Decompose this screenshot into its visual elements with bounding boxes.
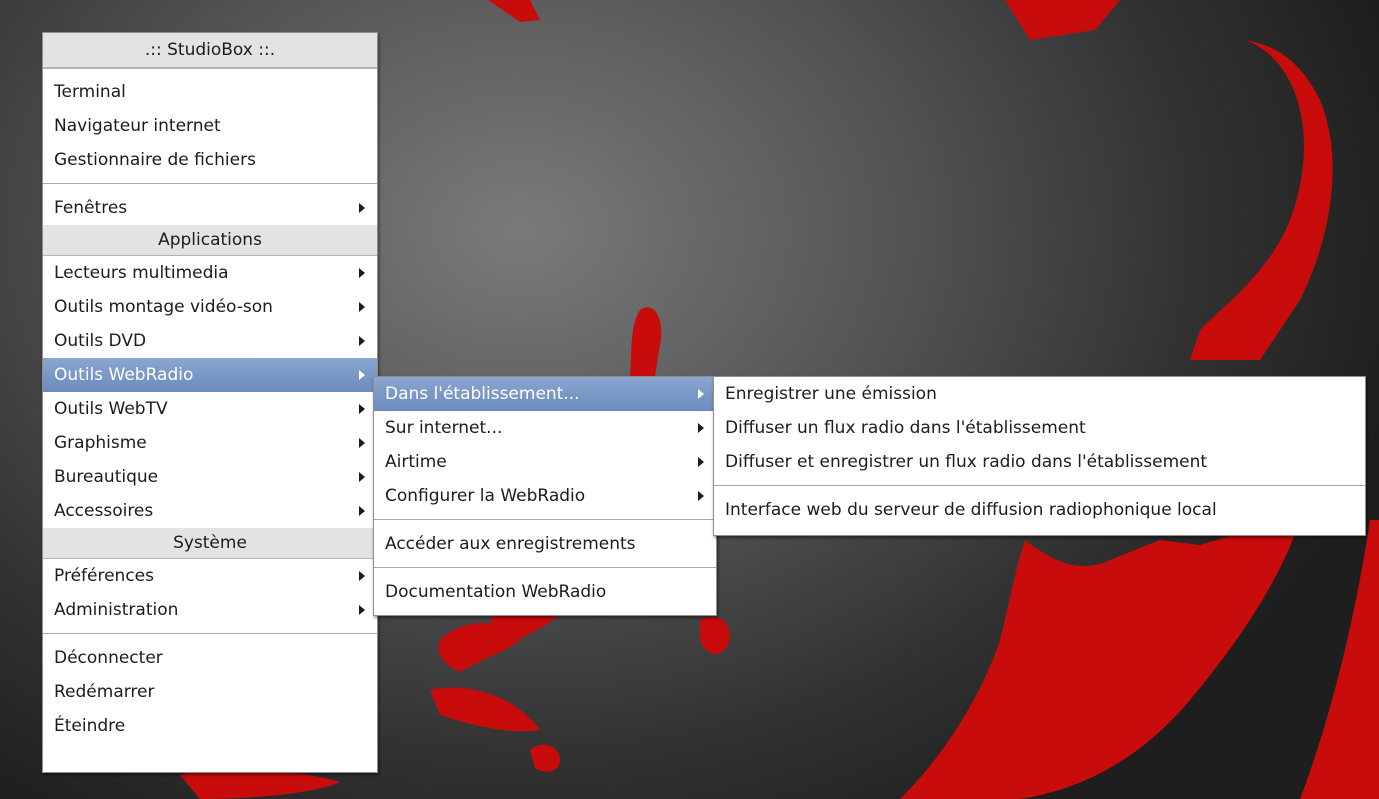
webradio-submenu: Dans l'établissement... Sur internet... … <box>373 376 717 616</box>
menu-item-label: Outils WebRadio <box>54 365 194 385</box>
menu-item-restart[interactable]: Redémarrer <box>43 675 377 709</box>
submenu-arrow-icon <box>359 404 365 414</box>
menu-item-web-browser[interactable]: Navigateur internet <box>43 109 377 143</box>
separator <box>714 485 1365 486</box>
submenu-arrow-icon <box>359 268 365 278</box>
menu-item-configure-webradio[interactable]: Configurer la WebRadio <box>374 479 716 513</box>
menu-item-windows[interactable]: Fenêtres <box>43 191 377 225</box>
separator <box>374 519 716 520</box>
menu-item-label: Préférences <box>54 566 154 586</box>
menu-item-administration[interactable]: Administration <box>43 593 377 627</box>
separator <box>43 633 377 634</box>
menu-item-preferences[interactable]: Préférences <box>43 559 377 593</box>
submenu-arrow-icon <box>359 203 365 213</box>
menu-item-label: Configurer la WebRadio <box>385 486 586 506</box>
menu-item-broadcast-and-record[interactable]: Diffuser et enregistrer un flux radio da… <box>714 445 1365 479</box>
menu-item-in-school[interactable]: Dans l'établissement... <box>374 377 716 411</box>
menu-item-airtime[interactable]: Airtime <box>374 445 716 479</box>
submenu-arrow-icon <box>359 438 365 448</box>
submenu-arrow-icon <box>359 605 365 615</box>
menu-title: .:: StudioBox ::. <box>43 33 377 69</box>
submenu-arrow-icon <box>359 336 365 346</box>
menu-item-label: Airtime <box>385 452 447 472</box>
menu-item-label: Outils WebTV <box>54 399 168 419</box>
menu-item-record-show[interactable]: Enregistrer une émission <box>714 377 1365 411</box>
menu-item-graphics[interactable]: Graphisme <box>43 426 377 460</box>
menu-item-label: Dans l'établissement... <box>385 384 580 404</box>
submenu-arrow-icon <box>698 423 704 433</box>
menu-item-multimedia-players[interactable]: Lecteurs multimedia <box>43 256 377 290</box>
menu-item-label: Lecteurs multimedia <box>54 263 229 283</box>
submenu-arrow-icon <box>359 302 365 312</box>
menu-item-label: Accessoires <box>54 501 154 521</box>
submenu-arrow-icon <box>698 389 704 399</box>
menu-item-dvd-tools[interactable]: Outils DVD <box>43 324 377 358</box>
menu-item-recordings[interactable]: Accéder aux enregistrements <box>374 527 716 561</box>
section-header-system: Système <box>43 528 377 559</box>
menu-item-accessories[interactable]: Accessoires <box>43 494 377 528</box>
menu-item-label: Administration <box>54 600 179 620</box>
menu-item-label: Bureautique <box>54 467 159 487</box>
menu-item-office[interactable]: Bureautique <box>43 460 377 494</box>
submenu-arrow-icon <box>698 457 704 467</box>
menu-item-label: Fenêtres <box>54 198 128 218</box>
menu-item-local-server-web-interface[interactable]: Interface web du serveur de diffusion ra… <box>714 493 1365 527</box>
separator <box>374 567 716 568</box>
submenu-arrow-icon <box>359 472 365 482</box>
menu-item-label: Sur internet... <box>385 418 503 438</box>
menu-item-broadcast-stream[interactable]: Diffuser un flux radio dans l'établissem… <box>714 411 1365 445</box>
submenu-arrow-icon <box>359 506 365 516</box>
menu-item-webtv-tools[interactable]: Outils WebTV <box>43 392 377 426</box>
submenu-arrow-icon <box>359 571 365 581</box>
menu-item-webradio-documentation[interactable]: Documentation WebRadio <box>374 575 716 609</box>
menu-item-shutdown[interactable]: Éteindre <box>43 709 377 743</box>
menu-item-webradio-tools[interactable]: Outils WebRadio <box>43 358 377 392</box>
section-header-applications: Applications <box>43 225 377 256</box>
menu-item-video-sound-editing[interactable]: Outils montage vidéo-son <box>43 290 377 324</box>
separator <box>43 183 377 184</box>
menu-item-on-internet[interactable]: Sur internet... <box>374 411 716 445</box>
menu-item-label: Outils DVD <box>54 331 147 351</box>
menu-item-terminal[interactable]: Terminal <box>43 75 377 109</box>
main-menu: .:: StudioBox ::. Terminal Navigateur in… <box>42 32 378 773</box>
menu-item-label: Outils montage vidéo-son <box>54 297 273 317</box>
menu-item-logout[interactable]: Déconnecter <box>43 641 377 675</box>
submenu-arrow-icon <box>359 370 365 380</box>
menu-item-label: Graphisme <box>54 433 147 453</box>
submenu-arrow-icon <box>698 491 704 501</box>
in-school-submenu: Enregistrer une émission Diffuser un flu… <box>713 376 1366 536</box>
menu-item-file-manager[interactable]: Gestionnaire de fichiers <box>43 143 377 177</box>
